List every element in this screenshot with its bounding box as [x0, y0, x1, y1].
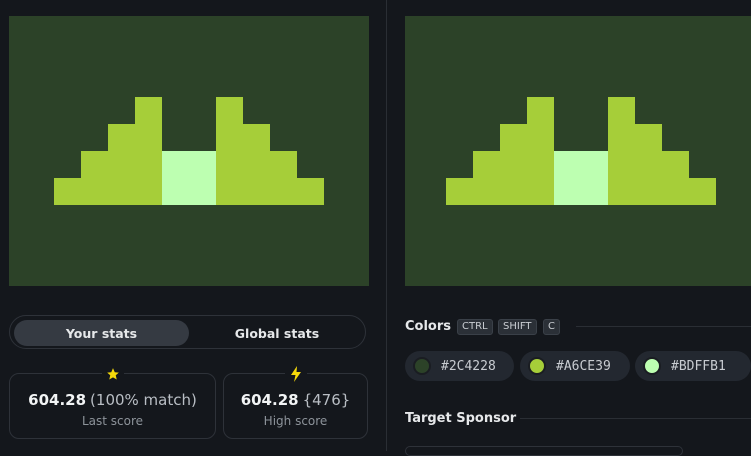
high-score-card: 604.28 {476} High score: [223, 365, 368, 439]
last-score-card: 604.28 (100% match) Last score: [9, 365, 216, 439]
pixel-block: [608, 178, 716, 205]
pixel-block: [216, 97, 243, 124]
color-swatch-2[interactable]: #A6CE39: [520, 351, 630, 381]
tab-your-stats[interactable]: Your stats: [14, 320, 189, 346]
pixel-block: [608, 97, 635, 124]
pixel-block: [108, 124, 162, 151]
panel-divider: [386, 0, 387, 451]
last-score-match: (100% match): [90, 391, 197, 409]
last-score-value: 604.28: [28, 391, 87, 409]
pixel-block: [135, 97, 162, 124]
high-score-value: 604.28: [240, 391, 299, 409]
color-swatch-3[interactable]: #BDFFB1: [635, 351, 751, 381]
pixel-block: [608, 124, 662, 151]
color-swatch-1[interactable]: #2C4228: [405, 351, 514, 381]
pixel-block: [527, 97, 554, 124]
swatch-dot: [413, 357, 431, 375]
swatch-hex: #2C4228: [441, 358, 496, 374]
colors-divider: [576, 326, 751, 327]
pixel-block: [216, 124, 270, 151]
pixel-block: [608, 151, 689, 178]
swatch-hex: #A6CE39: [556, 358, 611, 374]
pixel-block: [54, 178, 162, 205]
high-score-label: High score: [263, 414, 328, 428]
last-score-label: Last score: [81, 414, 144, 428]
pixel-block: [216, 151, 297, 178]
shortcut-key-c: C: [543, 319, 560, 335]
colors-title: Colors: [405, 319, 452, 334]
swatch-hex: #BDFFB1: [671, 358, 726, 374]
target-sponsor-title: Target Sponsor: [405, 411, 517, 426]
pixel-block: [162, 151, 216, 205]
lightning-icon: [284, 365, 307, 383]
target-canvas: [405, 16, 751, 286]
pixel-block: [473, 151, 554, 178]
tab-global-stats[interactable]: Global stats: [191, 320, 363, 346]
pixel-block: [554, 151, 608, 205]
shortcut-key-shift: SHIFT: [498, 319, 537, 335]
sponsor-box: [405, 446, 683, 456]
pixel-block: [446, 178, 554, 205]
swatch-dot: [643, 357, 661, 375]
swatch-dot: [528, 357, 546, 375]
stats-toggle: Your stats Global stats: [9, 315, 366, 349]
pixel-block: [216, 178, 324, 205]
pixel-block: [500, 124, 554, 151]
star-icon: [101, 365, 124, 383]
pixel-block: [81, 151, 162, 178]
sponsor-divider: [520, 418, 751, 419]
shortcut-key-ctrl: CTRL: [457, 319, 493, 335]
high-score-chars: {476}: [302, 391, 351, 409]
output-canvas: [9, 16, 369, 286]
